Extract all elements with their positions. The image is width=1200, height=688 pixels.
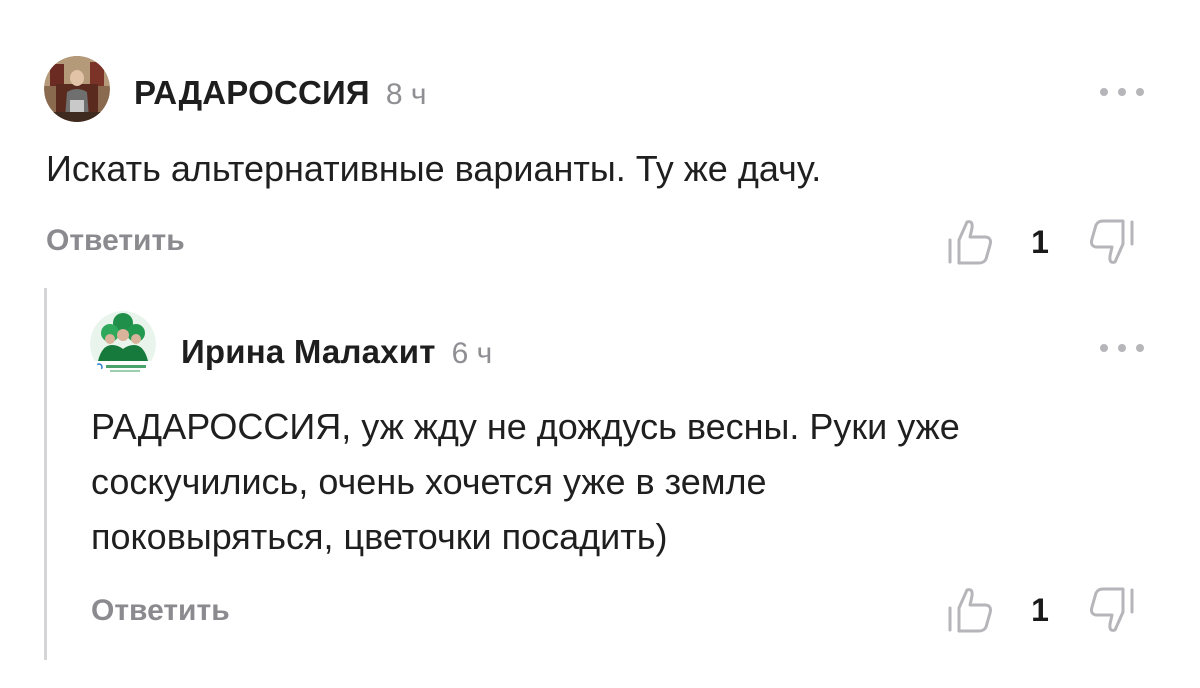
comment-text-line: соскучились, очень хочется уже в земле [91,461,767,502]
dot-icon [1100,344,1108,352]
reply-button[interactable]: Ответить [91,594,230,628]
thumbs-down-icon[interactable] [1086,584,1136,636]
reply-comment: Ирина Малахит 6 ч РАДАРОССИЯ, уж жду не … [0,0,1200,688]
author-avatar[interactable] [90,311,156,377]
comment-text-line: РАДАРОССИЯ, уж жду не дождусь весны. Рук… [91,406,960,447]
more-options-button[interactable] [1100,338,1144,358]
like-count: 1 [1031,591,1049,628]
comment-text: РАДАРОССИЯ, уж жду не дождусь весны. Рук… [91,399,1151,564]
comment-timestamp: 6 ч [451,337,493,370]
comment-text-line: поковыряться, цветочки посадить) [91,516,668,557]
avatar-photo-icon [90,311,156,377]
thumbs-up-icon[interactable] [946,584,996,636]
dot-icon [1118,344,1126,352]
reaction-bar: 1 [946,584,1136,636]
author-name[interactable]: Ирина Малахит [181,333,436,371]
dot-icon [1136,344,1144,352]
